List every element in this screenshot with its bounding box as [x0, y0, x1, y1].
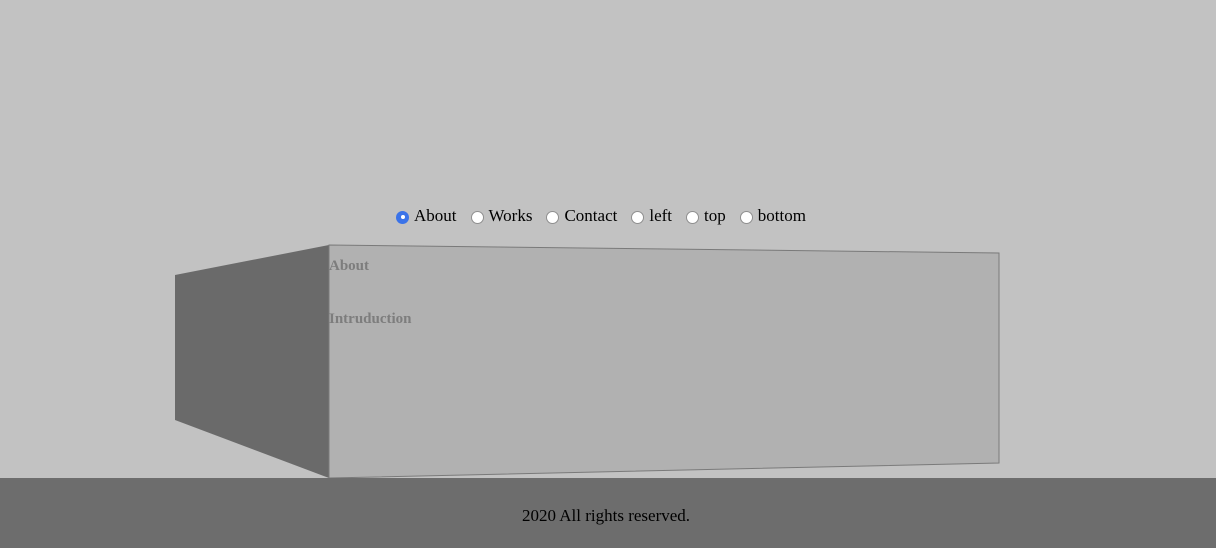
panel-subtitle: Intruduction	[329, 311, 412, 327]
cube-left-face	[175, 245, 329, 478]
footer-copyright: 2020 All rights reserved.	[521, 506, 691, 525]
page: About Works Contact left top bottom Abou…	[0, 0, 1216, 548]
footer: 2020 All rights reserved.	[0, 478, 1216, 548]
cube-front-face	[328, 244, 1000, 479]
rotated-cube	[175, 244, 1000, 479]
panel-title: About	[329, 258, 370, 274]
